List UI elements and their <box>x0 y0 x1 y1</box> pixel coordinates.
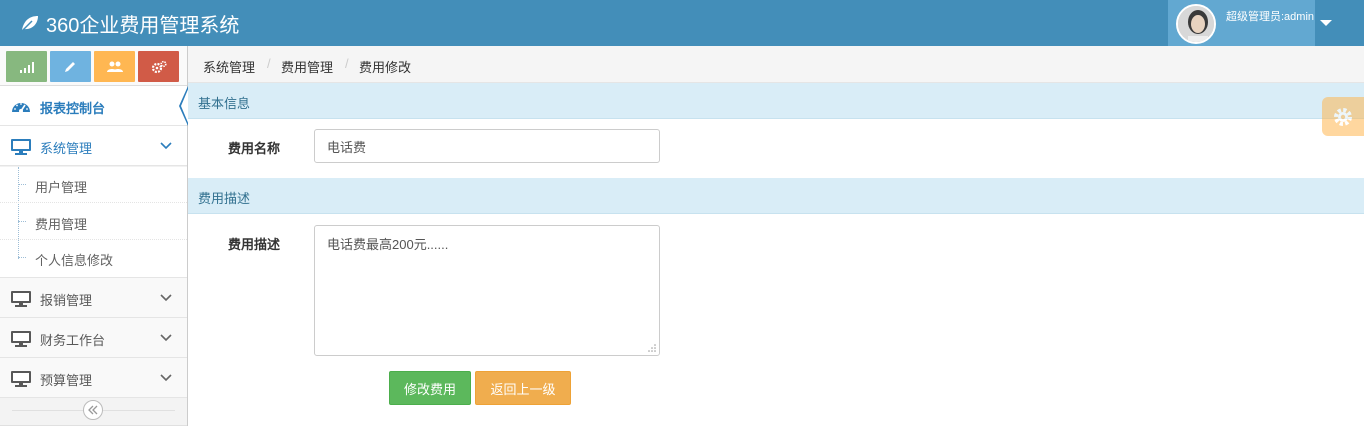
sidebar-item-label: 预算管理 <box>40 373 93 388</box>
breadcrumb-separator: / <box>267 56 271 71</box>
submenu-item-profile[interactable]: 个人信息修改 <box>0 240 187 276</box>
shortcut-users-button[interactable] <box>94 51 135 82</box>
chevron-down-icon <box>160 142 172 150</box>
user-menu[interactable]: 超级管理员:admin <box>1168 0 1332 46</box>
sidebar-item-finance[interactable]: 财务工作台 <box>0 318 187 358</box>
breadcrumb-separator: / <box>345 56 349 71</box>
submenu-item-expenses[interactable]: 费用管理 <box>0 204 187 240</box>
save-expense-button[interactable]: 修改费用 <box>389 371 471 405</box>
chevron-down-icon <box>160 294 172 302</box>
double-chevron-left-icon <box>88 405 98 415</box>
desktop-icon <box>11 139 31 155</box>
sidebar-item-dashboard[interactable]: 报表控制台 <box>0 86 189 126</box>
submenu-system: 用户管理 费用管理 个人信息修改 <box>0 167 187 278</box>
sidebar: 报表控制台 系统管理 用户管理 费用管理 个人信息修改 报销管理 财务工作台 预… <box>0 46 189 426</box>
sidebar-shortcuts <box>0 46 187 86</box>
section-description: 费用描述 <box>188 178 1364 214</box>
expense-description-textarea[interactable]: 电话费最高200元...... <box>314 225 660 356</box>
submenu-item-label: 费用管理 <box>35 217 88 232</box>
sidebar-collapse-bar <box>0 398 187 426</box>
back-button[interactable]: 返回上一级 <box>475 371 571 405</box>
submenu-item-users[interactable]: 用户管理 <box>0 167 187 203</box>
submenu-item-label: 个人信息修改 <box>35 253 114 268</box>
breadcrumb-item[interactable]: 系统管理 <box>203 57 255 76</box>
sidebar-item-label: 报销管理 <box>40 293 93 308</box>
sidebar-item-label: 报表控制台 <box>40 101 106 116</box>
top-navbar: 360企业费用管理系统 超级管理员:admin <box>0 0 1364 46</box>
section-title: 基本信息 <box>198 96 251 111</box>
desktop-icon <box>11 371 31 387</box>
section-basic-info: 基本信息 <box>188 83 1364 119</box>
sidebar-item-budget[interactable]: 预算管理 <box>0 358 187 398</box>
sidebar-item-label: 财务工作台 <box>40 333 106 348</box>
chevron-down-icon <box>160 334 172 342</box>
dashboard-icon <box>12 103 30 113</box>
users-icon <box>106 61 123 72</box>
gear-icon <box>1334 107 1352 126</box>
submenu-item-label: 用户管理 <box>35 180 88 195</box>
expense-name-input[interactable] <box>314 129 660 163</box>
breadcrumb-item[interactable]: 费用管理 <box>281 57 333 76</box>
sidebar-collapse-button[interactable] <box>83 400 103 420</box>
caret-down-icon <box>1320 20 1332 26</box>
cogs-icon <box>151 60 167 73</box>
desktop-icon <box>11 331 31 347</box>
shortcut-cogs-button[interactable] <box>138 51 179 82</box>
brand[interactable]: 360企业费用管理系统 <box>20 11 240 37</box>
breadcrumb-current: 费用修改 <box>359 60 412 75</box>
app-title: 360企业费用管理系统 <box>46 14 240 37</box>
sidebar-item-system[interactable]: 系统管理 <box>0 126 187 166</box>
avatar <box>1176 4 1216 44</box>
pencil-icon <box>65 62 75 72</box>
settings-toggle-button[interactable] <box>1322 97 1364 136</box>
resize-grip-icon[interactable] <box>647 343 657 353</box>
desktop-icon <box>11 291 31 307</box>
leaf-icon <box>21 16 38 32</box>
shortcut-pencil-button[interactable] <box>50 51 91 82</box>
breadcrumb: 系统管理 / 费用管理 / 费用修改 <box>188 46 1364 83</box>
section-title: 费用描述 <box>198 191 251 206</box>
expense-name-label: 费用名称 <box>228 141 281 156</box>
shortcut-signal-button[interactable] <box>6 51 47 82</box>
expense-description-label: 费用描述 <box>228 237 281 252</box>
chevron-down-icon <box>160 374 172 382</box>
sidebar-item-reimbursement[interactable]: 报销管理 <box>0 278 187 318</box>
user-name: 超级管理员:admin <box>1226 11 1315 23</box>
signal-icon <box>19 61 34 73</box>
sidebar-item-label: 系统管理 <box>40 141 93 156</box>
